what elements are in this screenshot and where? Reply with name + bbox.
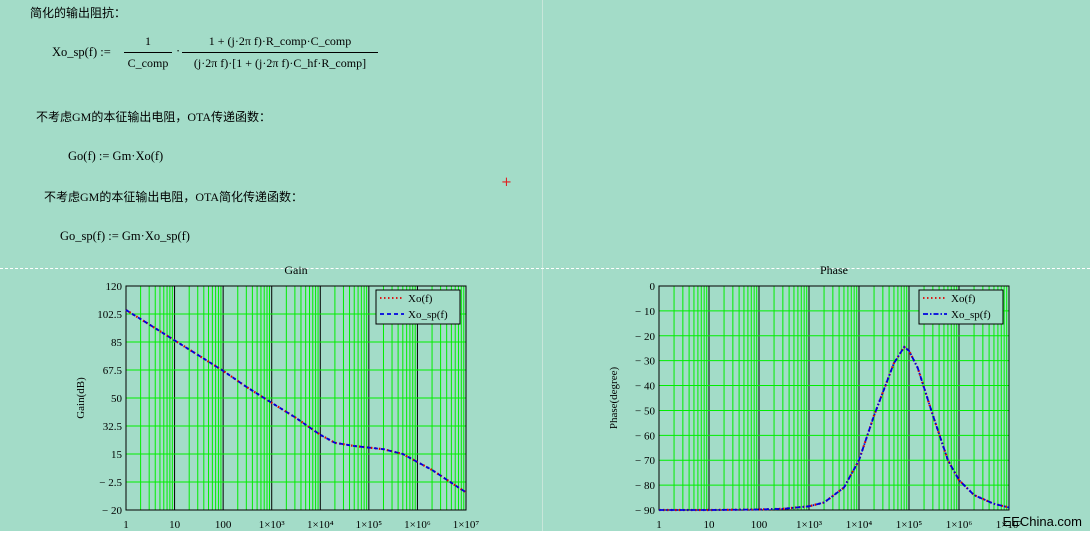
frac1-denominator: C_comp (127, 56, 169, 70)
watermark: EEChina.com (1002, 514, 1082, 529)
x-tick-label: 1×10⁶ (946, 519, 973, 531)
legend-entry: Xo(f) (951, 293, 976, 305)
legend-entry: Xo_sp(f) (408, 309, 448, 321)
frac2-line (182, 52, 378, 53)
chart-title: Phase (820, 263, 848, 277)
text-ota-simplified-transfer[interactable]: 不考虑GM的本征输出电阻，OTA简化传递函数： (44, 188, 303, 205)
eq-go-sp[interactable]: Go_sp(f) := Gm·Xo_sp(f) (60, 229, 190, 244)
y-tick-label: 50 (111, 393, 123, 405)
y-tick-label: − 70 (635, 455, 655, 467)
x-tick-label: 1×10⁴ (307, 519, 334, 531)
frac2-numerator: 1 + (j·2π f)·R_comp·C_comp (208, 34, 352, 48)
x-tick-label: 1×10³ (259, 519, 286, 531)
legend-entry: Xo_sp(f) (951, 309, 991, 321)
y-tick-label: − 40 (635, 381, 655, 393)
bottom-scroll-strip (0, 531, 1090, 535)
y-axis-label: Gain(dB) (75, 377, 87, 419)
x-tick-label: 1 (123, 519, 129, 531)
x-tick-label: 10 (704, 519, 716, 531)
cursor-crosshair-icon: + (501, 175, 512, 190)
gain-chart[interactable]: Gain 120 102.5 85 67.5 50 32.5 15 − 2.5 − 201 10 10… (40, 262, 480, 535)
text-ota-transfer[interactable]: 不考虑GM的本征输出电阻，OTA传递函数： (36, 108, 271, 125)
chart-title: Gain (284, 263, 307, 277)
x-tick-label: 1×10⁶ (404, 519, 431, 531)
y-tick-label: 0 (650, 281, 656, 293)
x-tick-label: 1×10⁵ (356, 519, 383, 531)
frac2-denominator: (j·2π f)·[1 + (j·2π f)·C_hf·R_comp] (193, 56, 367, 70)
y-tick-label: 32.5 (103, 421, 123, 433)
y-tick-label: − 30 (635, 356, 655, 368)
y-tick-label: − 10 (635, 306, 655, 318)
frac1-numerator: 1 (145, 34, 151, 48)
y-tick-label: 120 (106, 281, 123, 293)
x-tick-label: 1×10⁷ (453, 519, 480, 531)
eq-xo-sp-lhs[interactable]: Xo_sp(f) := (52, 45, 111, 60)
y-tick-label: − 2.5 (99, 477, 122, 489)
y-tick-label: − 20 (102, 505, 122, 517)
x-tick-label: 1 (656, 519, 662, 531)
phase-chart[interactable]: Phase 0 − 10 − 20 − 30 − 40 − 50 − 60 − 70 − 80 − … (585, 262, 1025, 535)
y-tick-label: 15 (111, 449, 123, 461)
x-tick-label: 100 (751, 519, 768, 531)
y-tick-label: 102.5 (97, 309, 122, 321)
y-tick-label: − 90 (635, 505, 655, 517)
y-axis-label: Phase(degree) (608, 367, 620, 430)
y-tick-label: − 20 (635, 331, 655, 343)
legend-entry: Xo(f) (408, 293, 433, 305)
y-tick-label: − 60 (635, 430, 655, 442)
x-tick-label: 100 (215, 519, 232, 531)
heading-simplified-impedance[interactable]: 简化的输出阻抗： (30, 4, 126, 21)
eq-go[interactable]: Go(f) := Gm·Xo(f) (68, 149, 163, 164)
x-tick-label: 10 (169, 519, 181, 531)
frac1-line (124, 52, 172, 53)
x-tick-label: 1×10³ (796, 519, 823, 531)
y-tick-label: 85 (111, 337, 123, 349)
x-tick-label: 1×10⁵ (896, 519, 923, 531)
y-tick-label: 67.5 (103, 365, 123, 377)
x-tick-label: 1×10⁴ (846, 519, 873, 531)
y-tick-label: − 80 (635, 480, 655, 492)
y-tick-label: − 50 (635, 405, 655, 417)
